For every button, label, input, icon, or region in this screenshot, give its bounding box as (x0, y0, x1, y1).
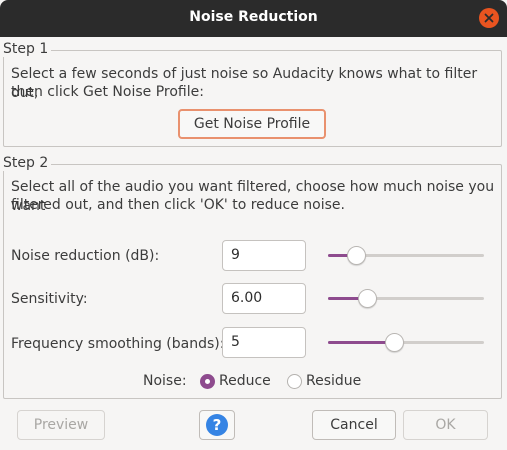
close-button[interactable] (479, 8, 499, 28)
frequency-smoothing-label: Frequency smoothing (bands): (11, 336, 225, 352)
noise-reduction-label: Noise reduction (dB): (11, 248, 160, 264)
step1-description-line2: then click Get Noise Profile: (11, 84, 204, 100)
help-button[interactable]: ? (199, 410, 235, 440)
step2-description-line2: filtered out, and then click 'OK' to red… (11, 197, 345, 213)
title-bar: Noise Reduction (0, 0, 507, 37)
help-icon: ? (206, 414, 228, 436)
frequency-smoothing-slider[interactable] (328, 333, 484, 353)
slider-thumb[interactable] (384, 333, 404, 352)
noise-reduction-slider[interactable] (328, 246, 484, 266)
close-icon (484, 13, 494, 23)
slider-fill (328, 341, 394, 344)
noise-mode-label: Noise: (143, 373, 187, 389)
slider-thumb[interactable] (358, 289, 377, 308)
frequency-smoothing-input[interactable]: 5 (222, 327, 306, 358)
step2-label: Step 2 (3, 155, 52, 171)
reduce-radio[interactable] (200, 374, 215, 389)
residue-radio-label[interactable]: Residue (306, 373, 361, 389)
window-title: Noise Reduction (189, 9, 318, 25)
residue-radio[interactable] (287, 374, 302, 389)
sensitivity-slider[interactable] (328, 289, 484, 309)
noise-reduction-input[interactable]: 9 (222, 240, 306, 271)
slider-thumb[interactable] (347, 246, 367, 265)
step1-label: Step 1 (3, 41, 52, 57)
cancel-button[interactable]: Cancel (312, 410, 396, 440)
preview-button[interactable]: Preview (17, 410, 105, 440)
sensitivity-label: Sensitivity: (11, 291, 88, 307)
ok-button[interactable]: OK (403, 410, 488, 440)
sensitivity-input[interactable]: 6.00 (222, 283, 306, 314)
reduce-radio-label[interactable]: Reduce (219, 373, 271, 389)
get-noise-profile-button[interactable]: Get Noise Profile (178, 109, 326, 139)
